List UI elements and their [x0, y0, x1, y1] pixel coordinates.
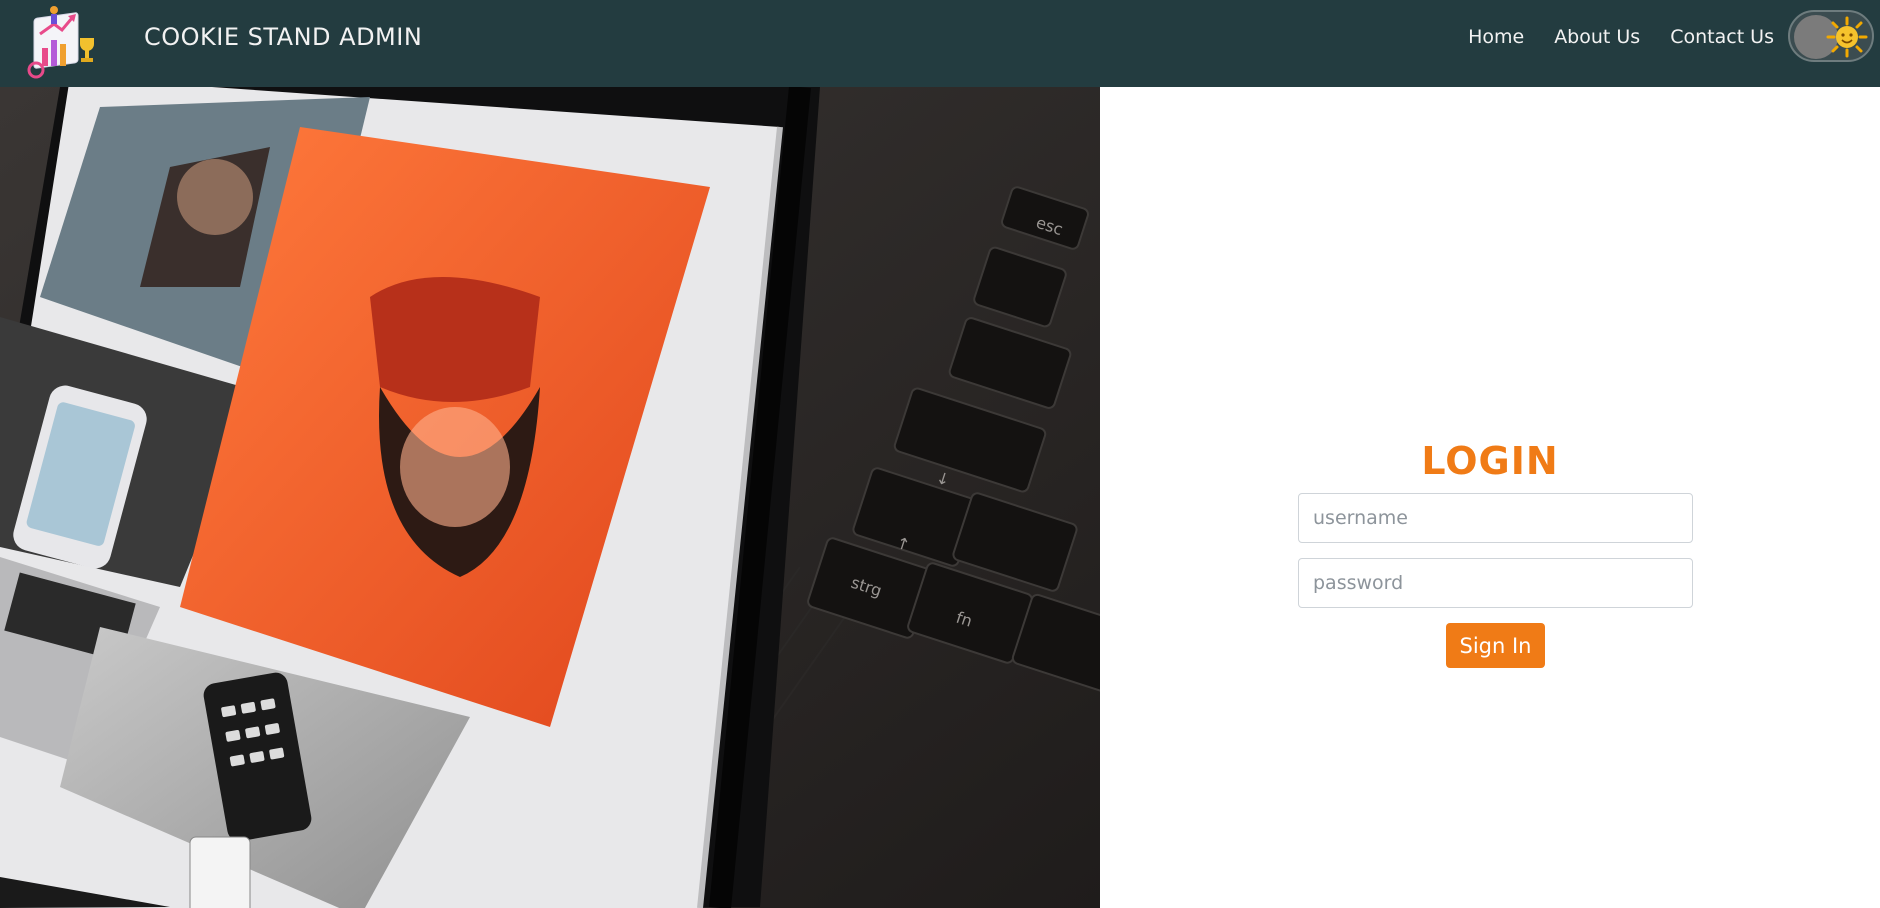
sign-in-button[interactable]: Sign In	[1446, 623, 1545, 668]
top-navbar: COOKIE STAND ADMIN Home About Us Contact…	[0, 0, 1880, 87]
laptop-tablet-photo: esc ↓ ↑ strg fn	[0, 87, 1100, 908]
nav-about-link[interactable]: About Us	[1554, 26, 1640, 48]
login-title: LOGIN	[1421, 439, 1559, 483]
login-panel: LOGIN Sign In	[1100, 87, 1880, 908]
app-logo[interactable]	[24, 4, 104, 86]
theme-toggle[interactable]	[1788, 10, 1874, 62]
hero-image: esc ↓ ↑ strg fn	[0, 87, 1100, 908]
main-nav: Home About Us Contact Us	[1468, 26, 1774, 48]
brand-title: COOKIE STAND ADMIN	[144, 23, 423, 51]
password-input[interactable]	[1298, 558, 1693, 608]
sun-icon	[1826, 16, 1868, 58]
nav-home-link[interactable]: Home	[1468, 26, 1524, 48]
username-input[interactable]	[1298, 493, 1693, 543]
nav-contact-link[interactable]: Contact Us	[1670, 26, 1774, 48]
